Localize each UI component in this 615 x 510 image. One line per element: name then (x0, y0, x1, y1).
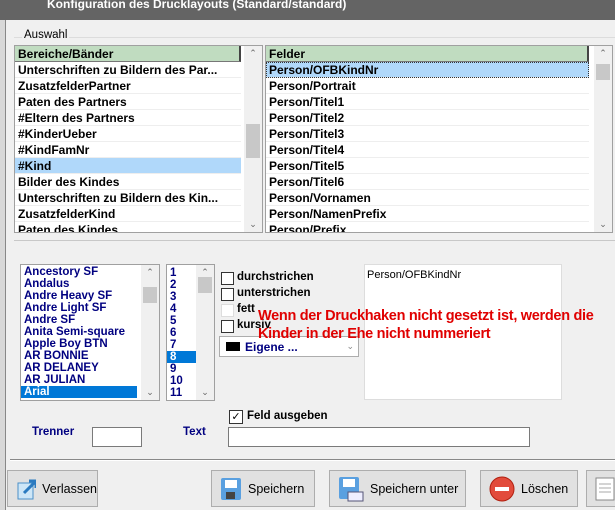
save-as-button[interactable]: Speichern unter (329, 470, 466, 507)
band-item[interactable]: #Eltern des Partners (15, 110, 241, 126)
kursiv-checkbox[interactable] (221, 320, 234, 333)
fett-checkbox[interactable] (221, 304, 234, 317)
unterstrichen-checkbox[interactable] (221, 288, 234, 301)
text-label: Text (183, 426, 206, 438)
size-item[interactable]: 7 (167, 339, 197, 351)
font-item[interactable]: Ancestory SF (21, 266, 137, 278)
scroll-up-icon[interactable]: ⌃ (244, 48, 262, 59)
bands-list[interactable]: Bereiche/Bänder Unterschriften zu Bilder… (14, 45, 263, 233)
auswahl-label: Auswahl (22, 29, 70, 41)
window-edge (0, 20, 6, 510)
font-item[interactable]: Anita Semi-square (21, 326, 137, 338)
save-as-label: Speichern unter (370, 481, 459, 496)
title-bar: Konfiguration des Drucklayouts (Standard… (0, 0, 615, 20)
window-title: Konfiguration des Drucklayouts (Standard… (47, 0, 347, 11)
field-item[interactable]: Person/OFBKindNr (266, 62, 589, 78)
field-item[interactable]: Person/Prefix (266, 222, 589, 232)
size-item[interactable]: 1 (167, 267, 197, 279)
size-item[interactable]: 9 (167, 363, 197, 375)
font-item[interactable]: Andre Heavy SF (21, 290, 137, 302)
exit-button[interactable]: Verlassen (7, 470, 98, 507)
field-item[interactable]: Person/NamenPrefix (266, 206, 589, 222)
document-icon (595, 477, 615, 500)
exit-label: Verlassen (42, 481, 97, 496)
field-item[interactable]: Person/Titel2 (266, 110, 589, 126)
field-item[interactable]: Person/Portrait (266, 78, 589, 94)
size-list[interactable]: 1 2 3 4 5 6 7 8 9 10 11 ⌃ ⌄ (166, 264, 215, 401)
field-item[interactable]: Person/Titel4 (266, 142, 589, 158)
size-item[interactable]: 6 (167, 327, 197, 339)
feld-ausgeben-checkbox[interactable]: ✓ (229, 410, 243, 424)
scroll-up-icon[interactable]: ⌃ (594, 48, 612, 59)
fields-header: Felder (266, 46, 589, 62)
size-item[interactable]: 5 (167, 315, 197, 327)
font-scrollbar[interactable]: ⌃ ⌄ (141, 265, 159, 400)
font-item[interactable]: Arial (21, 386, 137, 398)
save-button[interactable]: Speichern (211, 470, 315, 507)
field-item[interactable]: Person/Titel3 (266, 126, 589, 142)
preview-text: Person/OFBKindNr (367, 269, 462, 281)
size-item[interactable]: 10 (167, 375, 197, 387)
font-item[interactable]: Andre Light SF (21, 302, 137, 314)
fett-label: fett (237, 303, 255, 315)
delete-button[interactable]: Löschen (480, 470, 578, 507)
separator (10, 459, 615, 461)
note-text: Wenn der Druckhaken nicht gesetzt ist, w… (258, 308, 594, 342)
font-item[interactable]: Apple Boy BTN (21, 338, 137, 350)
bands-header: Bereiche/Bänder (15, 46, 241, 62)
band-item[interactable]: ZusatzfelderPartner (15, 78, 241, 94)
feld-ausgeben-label: Feld ausgeben (247, 410, 328, 422)
bands-scrollbar[interactable]: ⌃ ⌄ (244, 46, 262, 232)
field-item[interactable]: Person/Titel5 (266, 158, 589, 174)
field-item[interactable]: Person/Titel1 (266, 94, 589, 110)
trenner-label: Trenner (32, 426, 75, 438)
text-input[interactable] (228, 427, 530, 447)
font-list[interactable]: Ancestory SF Andalus Andre Heavy SF Andre L… (20, 264, 160, 401)
font-item[interactable]: AR BONNIE (21, 350, 137, 362)
band-item[interactable]: Paten des Kindes (15, 222, 241, 232)
field-item[interactable]: Person/Vornamen (266, 190, 589, 206)
auswahl-group (14, 37, 615, 38)
band-item[interactable]: Unterschriften zu Bildern des Par... (15, 62, 241, 78)
size-item[interactable]: 4 (167, 303, 197, 315)
font-item[interactable]: Andalus (21, 278, 137, 290)
field-item[interactable]: Person/Titel6 (266, 174, 589, 190)
divider (14, 240, 615, 241)
unterstrichen-label: unterstrichen (237, 287, 311, 299)
save-label: Speichern (248, 481, 305, 496)
floppy-disk-icon (221, 477, 241, 500)
size-scrollbar[interactable]: ⌃ ⌄ (196, 265, 214, 400)
size-item[interactable]: 11 (167, 387, 197, 399)
durchstrichen-checkbox[interactable] (221, 272, 234, 285)
scroll-down-icon[interactable]: ⌄ (244, 219, 262, 230)
exit-arrow-icon (17, 479, 37, 499)
size-item[interactable]: 3 (167, 291, 197, 303)
font-item[interactable]: AR DELANEY (21, 362, 137, 374)
fields-list[interactable]: Felder Person/OFBKindNr Person/Portrait Pe… (265, 45, 613, 233)
floppy-disk-save-as-icon (339, 476, 364, 501)
trenner-input[interactable] (92, 427, 142, 447)
delete-icon (489, 476, 515, 501)
font-item[interactable]: Andre SF (21, 314, 137, 326)
band-item[interactable]: ZusatzfelderKind (15, 206, 241, 222)
band-item[interactable]: Unterschriften zu Bildern des Kin... (15, 190, 241, 206)
band-item[interactable]: #KinderUeber (15, 126, 241, 142)
scroll-down-icon[interactable]: ⌄ (594, 219, 612, 230)
print-button[interactable] (586, 470, 615, 507)
band-item[interactable]: Paten des Partners (15, 94, 241, 110)
band-item[interactable]: Bilder des Kindes (15, 174, 241, 190)
delete-label: Löschen (521, 481, 569, 496)
band-item[interactable]: #Kind (15, 158, 241, 174)
size-item[interactable]: 2 (167, 279, 197, 291)
size-item[interactable]: 8 (167, 351, 197, 363)
color-swatch (226, 342, 240, 351)
fields-scrollbar[interactable]: ⌃ ⌄ (594, 46, 612, 232)
durchstrichen-label: durchstrichen (237, 271, 314, 283)
font-item[interactable]: AR JULIAN (21, 374, 137, 386)
band-item[interactable]: #KindFamNr (15, 142, 241, 158)
